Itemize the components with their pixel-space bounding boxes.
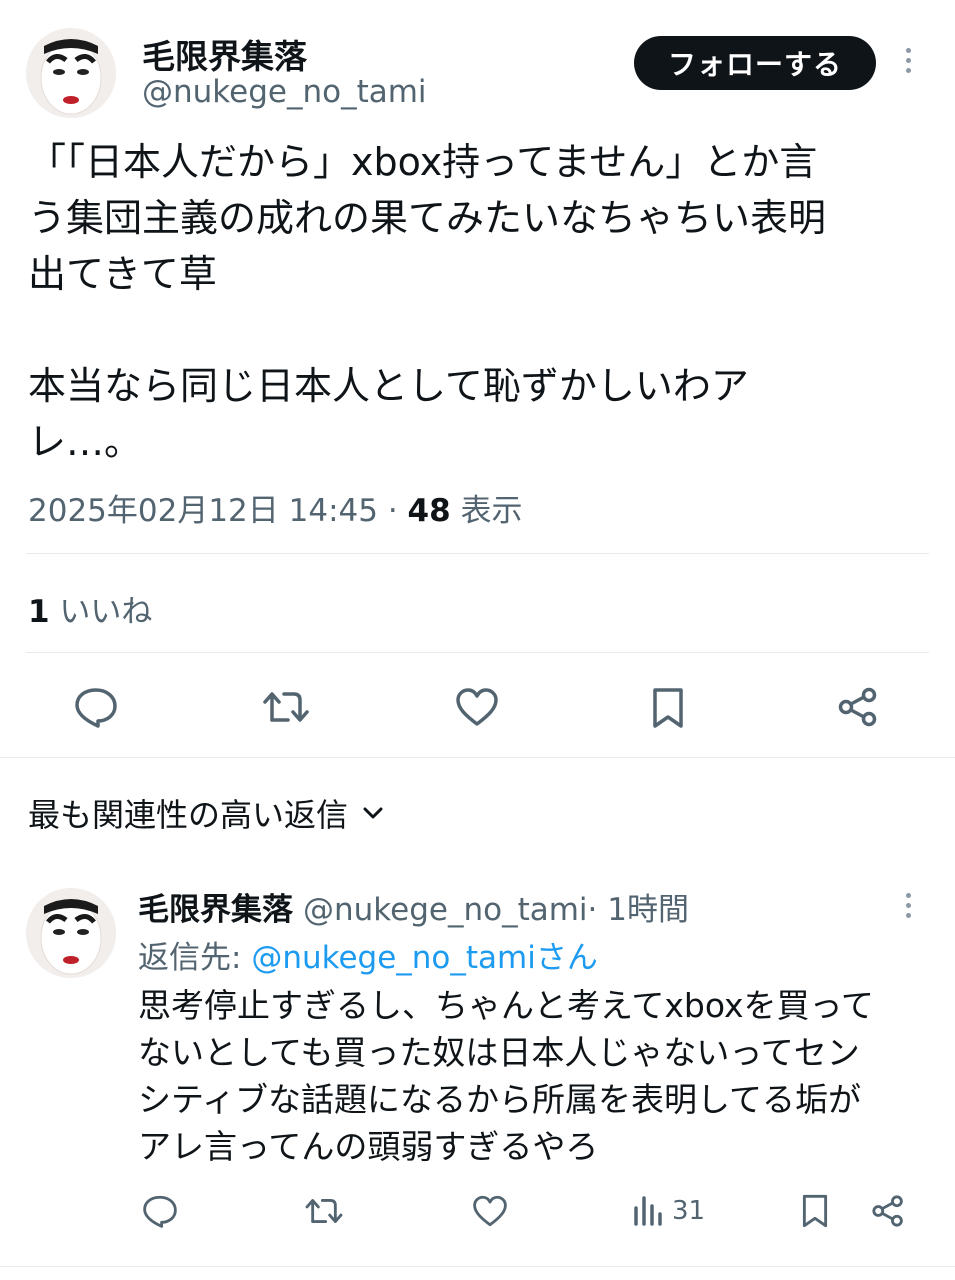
reply-text: 思考停止すぎるし、ちゃんと考えてxboxを買って ないとしても買った奴は日本人じ… <box>138 986 874 1166</box>
avatar-face-icon <box>26 888 116 978</box>
retweet-button[interactable] <box>262 686 310 728</box>
divider <box>26 652 929 653</box>
reply-display-name[interactable]: 毛限界集落 <box>138 884 293 929</box>
chevron-down-icon <box>363 807 383 819</box>
reply-more-options-icon[interactable] <box>906 893 911 918</box>
share-icon <box>872 1195 903 1227</box>
views-label: 表示 <box>450 493 523 529</box>
retweet-icon <box>305 1199 343 1223</box>
tweet-text: 「「日本人だから」xbox持ってません」とか言 う集団主義の成れの果てみたいなち… <box>28 140 827 464</box>
replies-sort-dropdown[interactable]: 最も関連性の高い返信 <box>28 790 384 836</box>
reply-header: 毛限界集落 @nukege_no_tami · 1時間 <box>138 884 689 929</box>
bookmark-button[interactable] <box>650 686 686 730</box>
divider <box>26 553 929 554</box>
likes-summary[interactable]: 1 いいね <box>28 586 152 631</box>
retweet-icon <box>263 692 309 722</box>
author-handle[interactable]: @nukege_no_tami <box>142 74 427 110</box>
tweet-timestamp[interactable]: 2025年02月12日 14:45 <box>28 493 378 529</box>
analytics-icon <box>634 1196 662 1226</box>
share-icon <box>838 687 877 727</box>
meta-separator: · <box>377 493 408 529</box>
reply-to-line: 返信先: @nukege_no_tamiさん <box>138 932 598 977</box>
reply-share-button[interactable] <box>870 1194 906 1228</box>
section-divider <box>0 757 955 758</box>
bookmark-icon <box>802 1194 828 1228</box>
likes-label: いいね <box>49 594 153 630</box>
views-count: 48 <box>407 493 451 529</box>
heart-icon <box>456 688 498 726</box>
likes-count: 1 <box>28 594 50 630</box>
reply-views-button[interactable]: 31 <box>632 1194 705 1228</box>
author-display-name[interactable]: 毛限界集落 <box>142 30 307 78</box>
reply-time[interactable]: · 1時間 <box>588 884 689 929</box>
reply-like-button[interactable] <box>472 1194 508 1228</box>
reply-to-prefix: 返信先: <box>138 940 252 976</box>
reply-icon <box>75 688 117 728</box>
avatar-face-icon <box>26 28 116 118</box>
tweet-meta: 2025年02月12日 14:45 · 48 表示 <box>28 485 523 530</box>
reply-reply-button[interactable] <box>142 1194 178 1228</box>
bookmark-icon <box>653 688 683 728</box>
bottom-divider <box>0 1266 955 1267</box>
reply-handle[interactable]: @nukege_no_tami <box>303 892 588 928</box>
reply-button[interactable] <box>74 686 118 728</box>
author-avatar[interactable] <box>26 28 116 118</box>
reply-icon <box>143 1195 177 1228</box>
reply-author-avatar[interactable] <box>26 888 116 978</box>
more-options-icon[interactable] <box>906 48 911 73</box>
follow-button[interactable]: フォローする <box>634 36 876 90</box>
share-button[interactable] <box>836 686 880 728</box>
like-button[interactable] <box>455 686 499 728</box>
reply-to-mention[interactable]: @nukege_no_tamiさん <box>251 940 598 976</box>
replies-sort-label: 最も関連性の高い返信 <box>28 796 349 834</box>
heart-icon <box>473 1195 507 1227</box>
reply-bookmark-button[interactable] <box>800 1193 830 1229</box>
reply-retweet-button[interactable] <box>304 1194 344 1228</box>
reply-views-count: 31 <box>672 1196 706 1226</box>
